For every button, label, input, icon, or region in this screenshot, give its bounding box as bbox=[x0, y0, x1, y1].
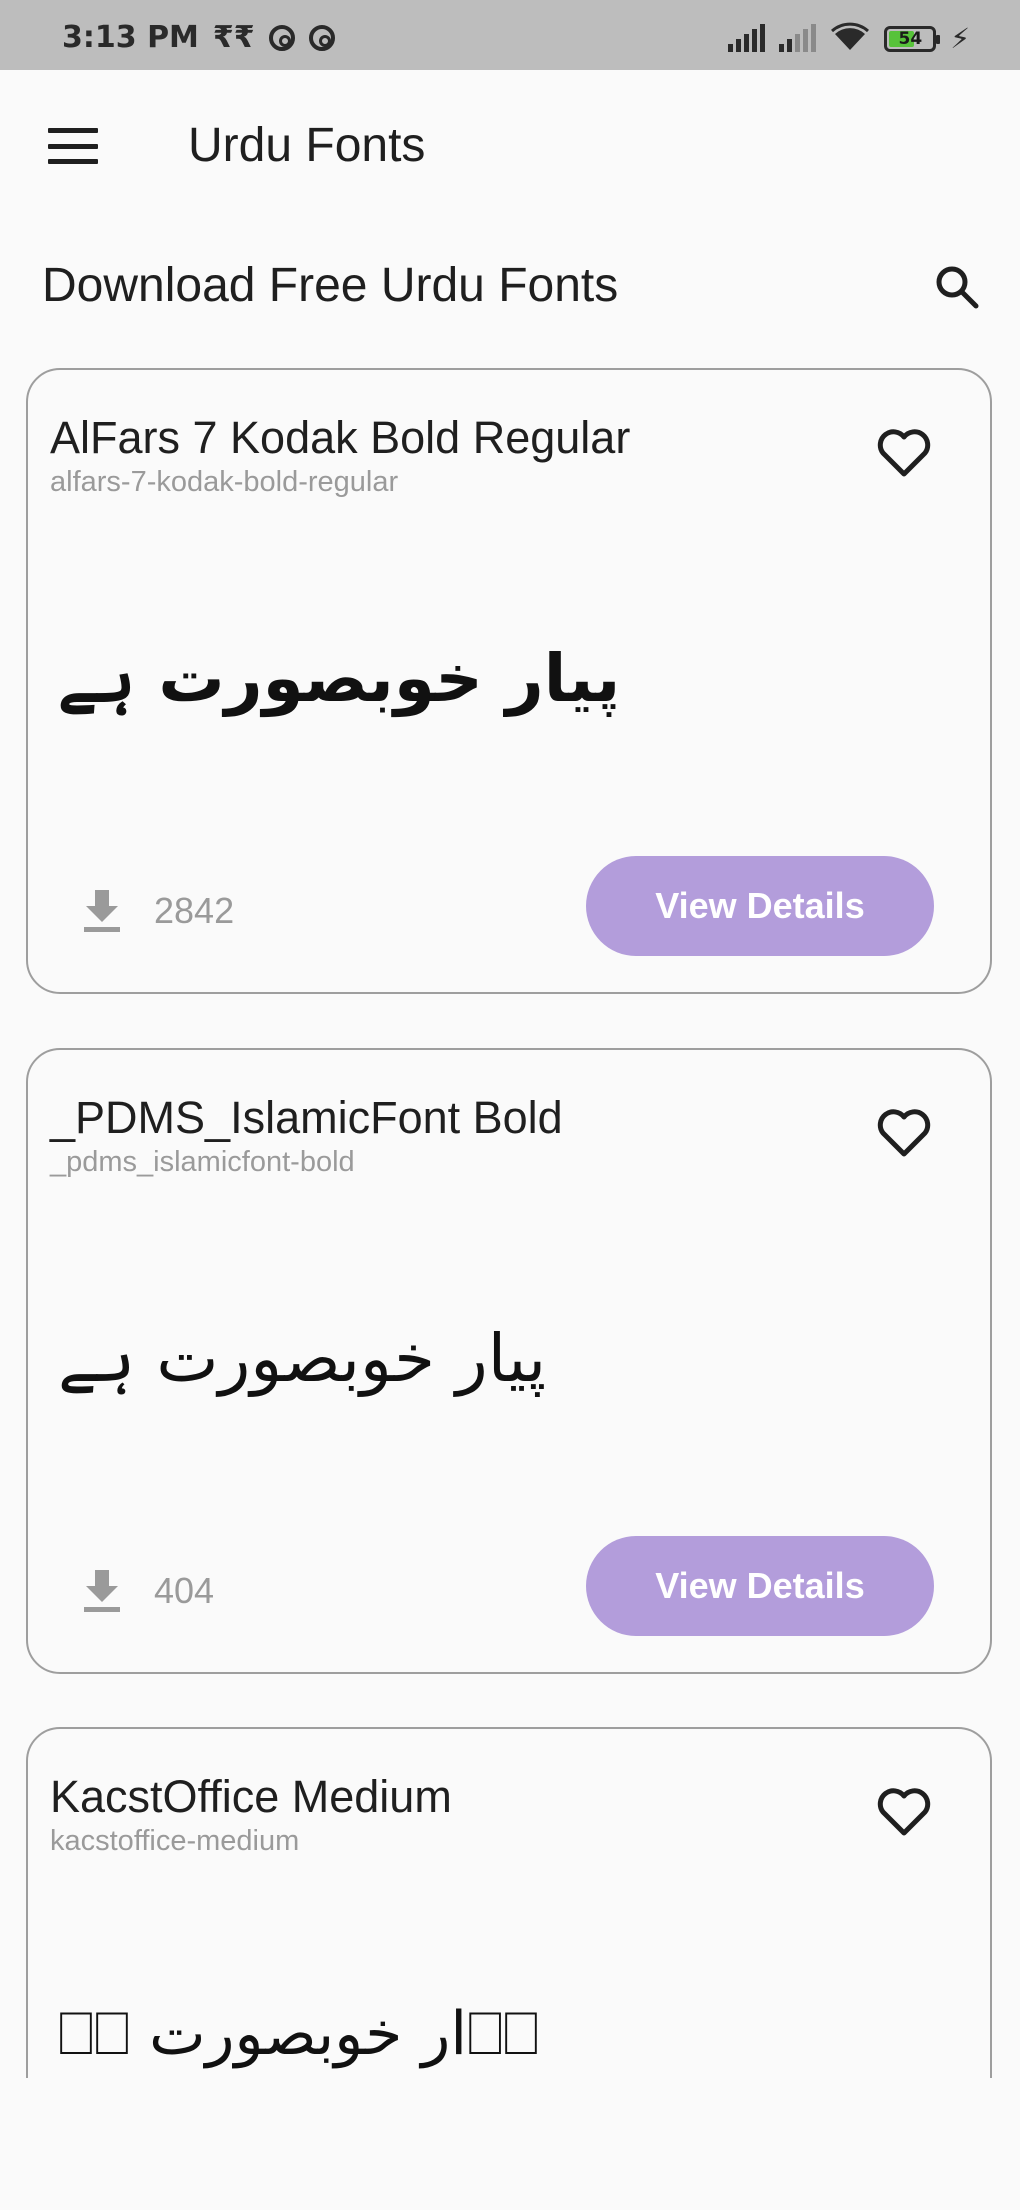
download-icon bbox=[84, 1570, 120, 1612]
charging-icon: ⚡ bbox=[950, 22, 970, 55]
wifi-icon bbox=[831, 22, 870, 50]
font-slug: kacstoffice-medium bbox=[50, 1825, 300, 1857]
heart-icon[interactable] bbox=[874, 424, 934, 480]
font-title: KacstOffice Medium bbox=[50, 1771, 452, 1822]
font-slug: _pdms_islamicfont-bold bbox=[50, 1146, 355, 1178]
font-title: _PDMS_IslamicFont Bold bbox=[50, 1092, 563, 1143]
app-bar: Urdu Fonts bbox=[0, 70, 1020, 222]
status-bar: 3:13 PM ₹₹ 54 ⚡ bbox=[0, 0, 1020, 70]
data-saver-icon-2 bbox=[308, 24, 335, 51]
font-preview: پیار خوبصورت ہے bbox=[58, 1320, 547, 1397]
signal-icon bbox=[728, 24, 766, 52]
bottom-area bbox=[0, 2078, 1020, 2210]
download-count: 404 bbox=[154, 1570, 215, 1611]
data-saver-icon bbox=[268, 24, 295, 51]
font-card[interactable]: AlFars 7 Kodak Bold Regular alfars-7-kod… bbox=[26, 368, 992, 994]
battery-icon: 54 bbox=[884, 26, 941, 52]
search-icon[interactable] bbox=[932, 262, 982, 312]
battery-level: 54 bbox=[898, 29, 923, 49]
heart-icon[interactable] bbox=[874, 1104, 934, 1160]
app-title: Urdu Fonts bbox=[188, 119, 426, 172]
signal-weak-icon bbox=[779, 24, 817, 52]
section-heading: Download Free Urdu Fonts bbox=[42, 259, 619, 312]
status-right: 54 ⚡ bbox=[728, 22, 970, 55]
status-left: 3:13 PM ₹₹ bbox=[62, 20, 335, 55]
hamburger-menu-icon[interactable] bbox=[48, 128, 98, 164]
font-preview: ⎕⎕ار خوبصورت ⎕⎕ bbox=[58, 1999, 540, 2069]
heart-icon[interactable] bbox=[874, 1783, 934, 1839]
status-time: 3:13 PM bbox=[62, 20, 199, 55]
view-details-button[interactable]: View Details bbox=[586, 856, 934, 956]
font-preview: پیار خوبصورت ہے bbox=[58, 640, 621, 717]
font-title: AlFars 7 Kodak Bold Regular bbox=[50, 412, 631, 463]
download-count: 2842 bbox=[154, 890, 235, 931]
carrier-icon: ₹₹ bbox=[212, 20, 255, 55]
font-slug: alfars-7-kodak-bold-regular bbox=[50, 466, 399, 498]
font-card[interactable]: _PDMS_IslamicFont Bold _pdms_islamicfont… bbox=[26, 1048, 992, 1674]
download-icon bbox=[84, 890, 120, 932]
view-details-button[interactable]: View Details bbox=[586, 1536, 934, 1636]
